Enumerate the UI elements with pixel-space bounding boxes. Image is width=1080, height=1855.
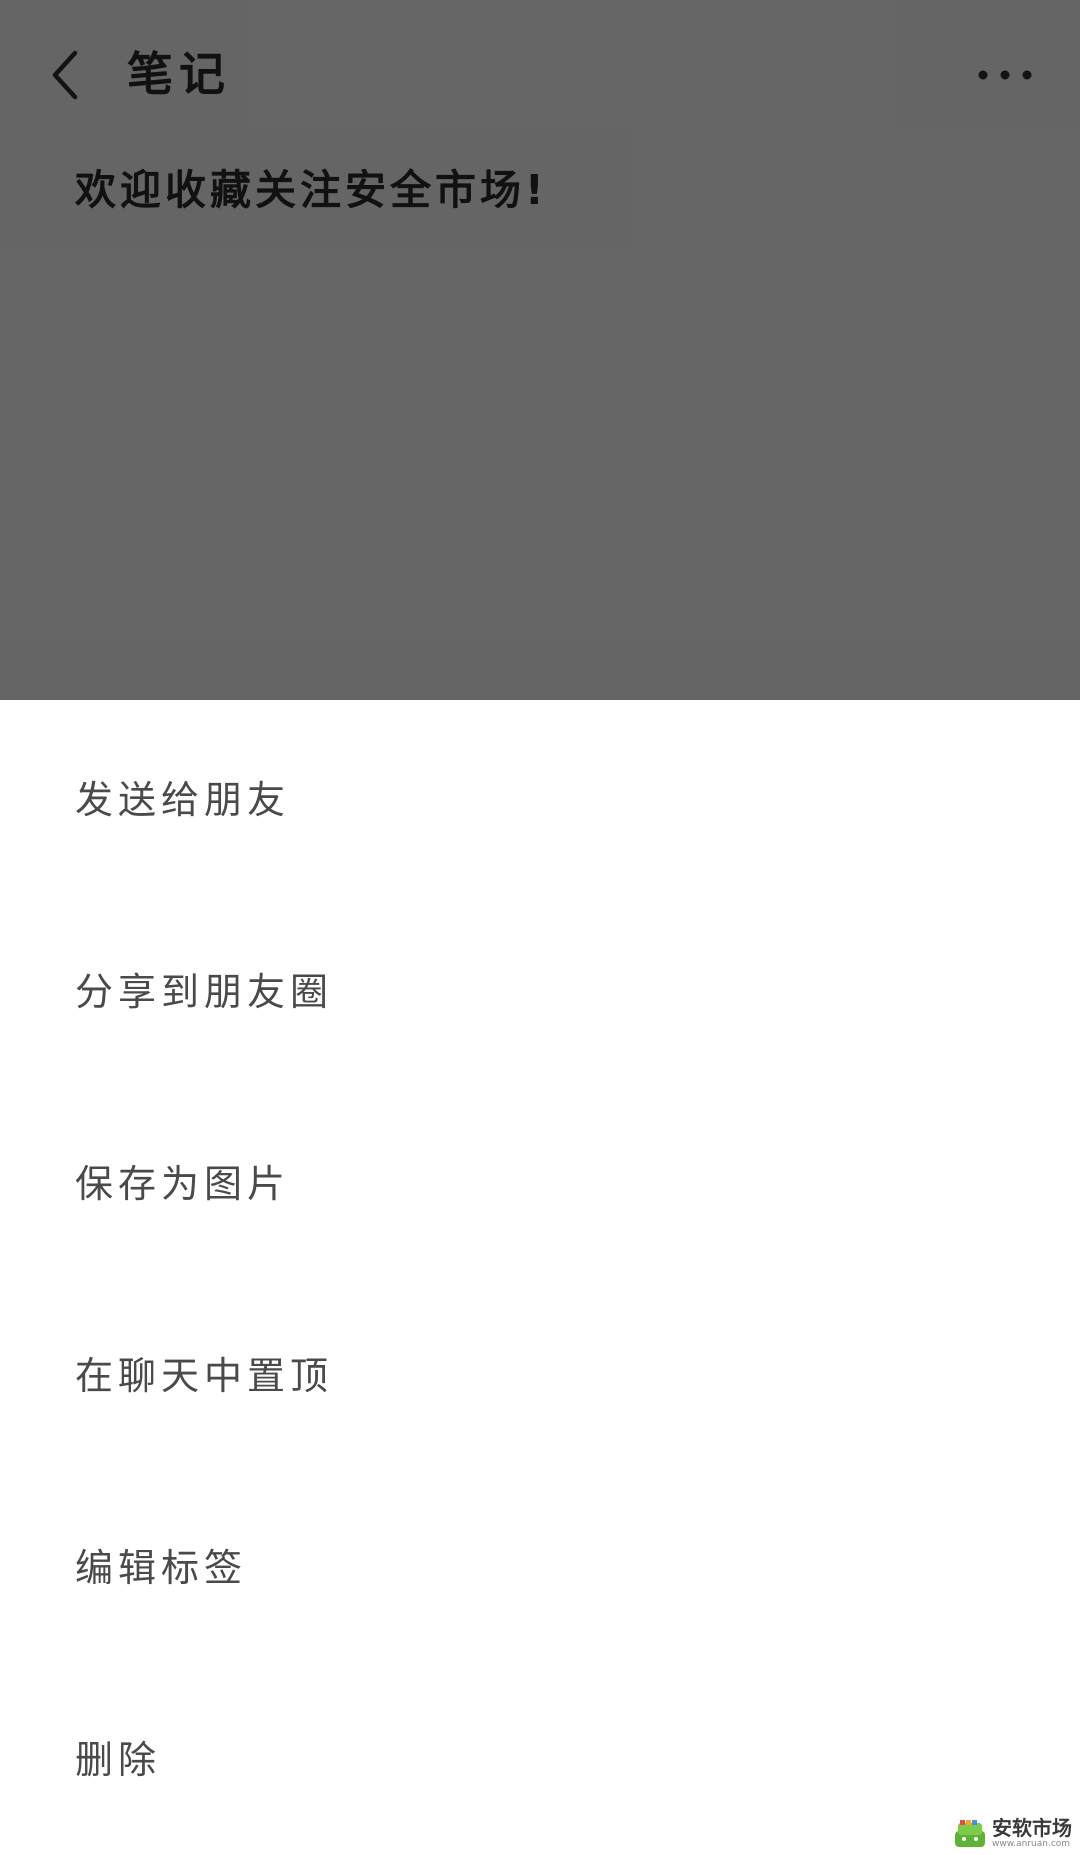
- save-as-image-option[interactable]: 保存为图片: [0, 1084, 1080, 1276]
- page-title: 笔记: [127, 47, 231, 101]
- send-to-friend-option[interactable]: 发送给朋友: [0, 700, 1080, 892]
- share-to-moments-option[interactable]: 分享到朋友圈: [0, 892, 1080, 1084]
- action-label: 分享到朋友圈: [75, 969, 334, 1014]
- top-navigation-bar: 笔记: [0, 0, 1080, 150]
- action-label: 删除: [75, 1737, 162, 1782]
- watermark-url: www.anruan.com: [992, 1839, 1071, 1849]
- watermark: 安软市场 www.anruan.com: [952, 1818, 1072, 1849]
- chevron-left-icon: [52, 50, 78, 100]
- action-label: 编辑标签: [75, 1545, 248, 1590]
- anruan-logo-icon: [955, 1819, 985, 1847]
- more-options-button[interactable]: [970, 40, 1040, 110]
- action-sheet: 发送给朋友 分享到朋友圈 保存为图片 在聊天中置顶 编辑标签 删除: [0, 700, 1080, 1855]
- delete-option[interactable]: 删除: [0, 1660, 1080, 1852]
- watermark-title: 安软市场: [992, 1816, 1072, 1840]
- back-button[interactable]: [30, 40, 100, 110]
- more-horizontal-icon: [978, 70, 1032, 80]
- pin-in-chat-option[interactable]: 在聊天中置顶: [0, 1276, 1080, 1468]
- note-content-text: 欢迎收藏关注安全市场!: [75, 166, 548, 214]
- note-background-dimmed: 笔记 欢迎收藏关注安全市场!: [0, 0, 1080, 700]
- action-label: 发送给朋友: [75, 777, 291, 822]
- action-label: 保存为图片: [75, 1161, 291, 1206]
- edit-tags-option[interactable]: 编辑标签: [0, 1468, 1080, 1660]
- action-label: 在聊天中置顶: [75, 1353, 334, 1398]
